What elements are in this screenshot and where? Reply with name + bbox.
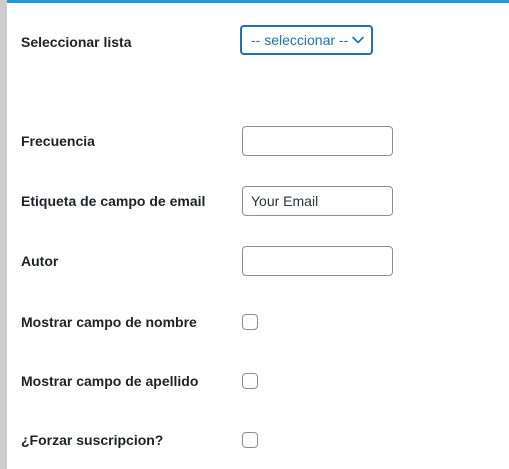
chevron-down-icon: [352, 36, 364, 44]
email-label-label: Etiqueta de campo de email: [21, 193, 206, 209]
settings-panel: Seleccionar lista -- seleccionar -- Frec…: [0, 0, 509, 469]
show-first-name-checkbox[interactable]: [242, 314, 258, 330]
panel-top-border: [7, 0, 509, 3]
force-subscription-checkbox[interactable]: [242, 432, 258, 448]
force-subscription-label: ¿Forzar suscripcion?: [21, 432, 164, 448]
email-label-row: Etiqueta de campo de email: [21, 185, 509, 217]
show-last-name-label: Mostrar campo de apellido: [21, 373, 199, 389]
frequency-label: Frecuencia: [21, 133, 95, 149]
list-select-dropdown[interactable]: -- seleccionar --: [241, 26, 372, 54]
list-select-row: Seleccionar lista -- seleccionar --: [21, 26, 509, 58]
list-select-label: Seleccionar lista: [21, 34, 132, 50]
panel-left-border: [0, 0, 7, 469]
author-label: Autor: [21, 253, 59, 269]
frequency-input[interactable]: [242, 126, 393, 156]
email-label-input[interactable]: [242, 186, 393, 216]
author-input[interactable]: [242, 246, 393, 276]
show-last-name-row: Mostrar campo de apellido: [21, 365, 509, 397]
force-subscription-row: ¿Forzar suscripcion?: [21, 424, 509, 456]
show-last-name-checkbox[interactable]: [242, 373, 258, 389]
show-first-name-row: Mostrar campo de nombre: [21, 306, 509, 338]
list-select-value: -- seleccionar --: [251, 32, 349, 48]
author-row: Autor: [21, 245, 509, 277]
show-first-name-label: Mostrar campo de nombre: [21, 314, 197, 330]
frequency-row: Frecuencia: [21, 125, 509, 157]
